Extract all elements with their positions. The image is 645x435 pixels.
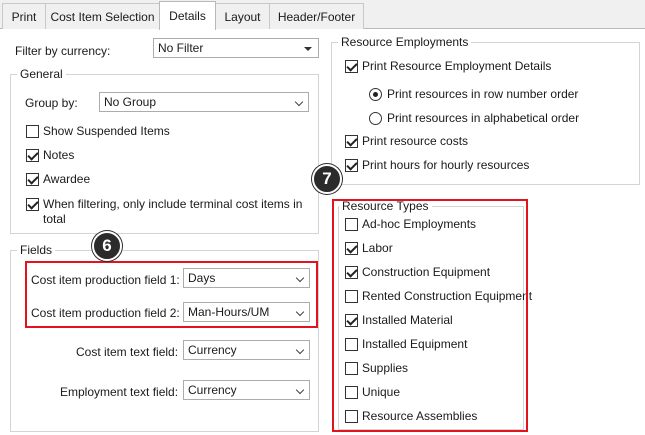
tab-details[interactable]: Details: [159, 1, 216, 30]
text-field-select[interactable]: Currency: [183, 340, 310, 360]
highlight-box-7: [332, 199, 528, 432]
terminal-items-checkbox[interactable]: When filtering, only include terminal co…: [26, 197, 302, 227]
checkbox-box[interactable]: [345, 135, 358, 148]
terminal-items-label-line2: total: [43, 212, 66, 226]
text-field-value: Currency: [188, 343, 237, 357]
tab-header-footer[interactable]: Header/Footer: [269, 3, 364, 29]
notes-label: Notes: [43, 148, 75, 162]
print-hours-label: Print hours for hourly resources: [362, 158, 530, 172]
checkbox-box[interactable]: [26, 149, 39, 162]
callout-badge-6: 6: [92, 231, 122, 261]
callout-badge-7: 7: [312, 164, 342, 194]
terminal-items-label: When filtering, only include terminal co…: [43, 197, 302, 227]
alpha-order-label: Print resources in alphabetical order: [387, 111, 580, 125]
tab-layout[interactable]: Layout: [215, 3, 270, 29]
employment-text-field-label: Employment text field:: [60, 385, 179, 399]
general-group-title: General: [17, 67, 66, 81]
employment-text-field-select[interactable]: Currency: [183, 380, 310, 400]
checkbox-box[interactable]: [26, 198, 39, 211]
filter-currency-select[interactable]: No Filter: [153, 38, 319, 58]
checkbox-box[interactable]: [345, 60, 358, 73]
tab-cost-item-selection[interactable]: Cost Item Selection: [45, 3, 160, 29]
tab-print[interactable]: Print: [2, 3, 46, 29]
chevron-down-icon: [295, 385, 305, 395]
print-employment-details-label: Print Resource Employment Details: [362, 59, 552, 73]
row-order-radio[interactable]: Print resources in row number order: [369, 87, 578, 101]
fields-group-title: Fields: [17, 243, 56, 257]
print-hours-checkbox[interactable]: Print hours for hourly resources: [345, 158, 529, 173]
checkbox-box[interactable]: [26, 173, 39, 186]
filter-currency-label: Filter by currency:: [15, 44, 111, 58]
text-field-label: Cost item text field:: [76, 345, 179, 359]
employment-text-field-value: Currency: [188, 383, 237, 397]
chevron-down-icon: [295, 345, 305, 355]
dropdown-arrow-icon: [304, 47, 312, 51]
show-suspended-checkbox[interactable]: Show Suspended Items: [26, 124, 170, 139]
alpha-order-radio[interactable]: Print resources in alphabetical order: [369, 111, 579, 125]
group-by-label: Group by:: [25, 96, 78, 110]
awardee-checkbox[interactable]: Awardee: [26, 172, 90, 187]
notes-checkbox[interactable]: Notes: [26, 148, 74, 163]
radio-dot[interactable]: [369, 87, 382, 101]
awardee-label: Awardee: [43, 172, 91, 186]
radio-dot[interactable]: [369, 111, 382, 125]
highlight-box-6: [25, 261, 318, 328]
checkbox-box[interactable]: [345, 159, 358, 172]
show-suspended-label: Show Suspended Items: [43, 124, 170, 138]
resource-employments-title: Resource Employments: [338, 35, 472, 49]
chevron-down-icon: [294, 97, 304, 107]
print-costs-checkbox[interactable]: Print resource costs: [345, 134, 468, 149]
filter-currency-value: No Filter: [158, 41, 204, 55]
group-by-select[interactable]: No Group: [99, 92, 309, 112]
tab-bar: Print Cost Item Selection Details Layout…: [0, 0, 645, 30]
row-order-label: Print resources in row number order: [387, 87, 579, 101]
terminal-items-label-line1: When filtering, only include terminal co…: [43, 197, 303, 211]
checkbox-box[interactable]: [26, 125, 39, 138]
print-costs-label: Print resource costs: [362, 134, 469, 148]
group-by-value: No Group: [104, 95, 157, 109]
print-employment-details-checkbox[interactable]: Print Resource Employment Details: [345, 59, 551, 74]
